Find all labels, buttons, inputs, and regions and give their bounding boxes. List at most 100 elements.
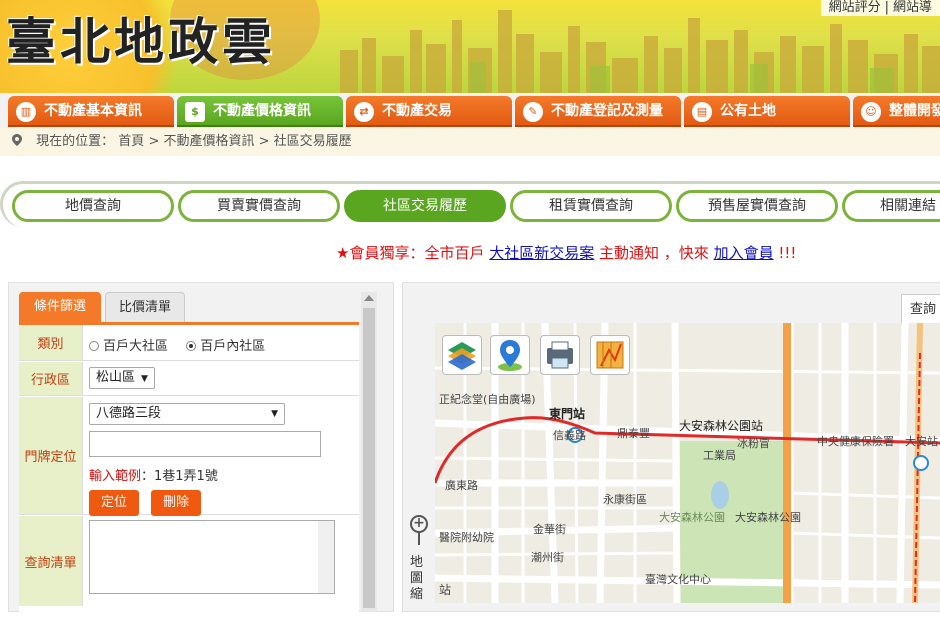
top-links: 網站評分 | 網站導: [820, 0, 940, 16]
layers-button[interactable]: [442, 335, 482, 375]
radio-large-community[interactable]: [89, 341, 99, 351]
scroll-up-icon[interactable]: [364, 295, 374, 301]
notice-text: 主動通知 ，快來: [599, 244, 709, 262]
main-nav-development[interactable]: ☺ 整體開發: [853, 96, 940, 127]
breadcrumb-level1[interactable]: 不動產價格資訊: [163, 134, 254, 149]
print-button[interactable]: [540, 335, 580, 375]
sub-nav-presale-price[interactable]: 預售屋實價查詢: [676, 190, 838, 222]
map-label: 正紀念堂(自由廣場): [439, 393, 536, 406]
map-label: 臺灣文化中心: [645, 573, 711, 586]
map-label: 東門站: [549, 407, 586, 421]
tab-compare-list[interactable]: 比價清單: [105, 292, 185, 322]
main-nav-label: 不動產交易: [382, 103, 452, 119]
map-label: 永康街區: [603, 493, 647, 506]
radio-label: 百戶內社區: [200, 339, 266, 354]
breadcrumb-separator: >: [254, 134, 274, 149]
measure-icon: [596, 341, 624, 369]
public-land-icon: ▤: [692, 102, 712, 122]
locate-map-button[interactable]: [490, 335, 530, 375]
filter-panel: 條件篩選 比價清單 類別 百戶大社區 百戶內社區 行政區 松山區 ▼ 門牌定位 八…: [8, 282, 394, 622]
main-nav-public-land[interactable]: ▤ 公有土地: [684, 96, 850, 127]
main-nav: ▥ 不動產基本資訊 $ 不動產價格資訊 ⇄ 不動產交易 ✎ 不動產登記及測量 ▤ 公有土地…: [0, 93, 940, 128]
new-trade-link[interactable]: 大社區新交易案: [489, 244, 594, 262]
layers-icon: [448, 342, 476, 370]
main-nav-label: 不動產價格資訊: [213, 103, 311, 119]
district-row: 行政區 松山區 ▼: [19, 362, 359, 396]
map-label: 中央健康保險署: [817, 435, 894, 448]
sub-nav-community-history[interactable]: 社區交易履歷: [344, 190, 506, 222]
query-list-textarea[interactable]: [89, 520, 335, 594]
map-label: 冰粉冒: [737, 437, 770, 450]
sub-nav-related-links[interactable]: 相關連結: [842, 190, 940, 222]
map-label: 大安站: [905, 435, 938, 448]
location-pin-icon: [12, 134, 22, 146]
notice-text: ★會員獨享：全市百戶: [336, 244, 485, 262]
radio-label: 百戶大社區: [103, 339, 169, 354]
price-icon: $: [185, 102, 205, 122]
main-nav-label: 整體開發: [889, 103, 940, 119]
join-member-link[interactable]: 加入會員: [714, 244, 774, 262]
panel-scrollbar[interactable]: [361, 292, 377, 612]
zoom-in-icon[interactable]: +: [410, 515, 428, 533]
category-label: 類別: [19, 325, 83, 360]
breadcrumb-current: 社區交易履歷: [273, 134, 352, 149]
map-query-tab[interactable]: 查詢: [901, 294, 940, 324]
address-row: 門牌定位 八德路三段 ▼ 輸入範例：1巷1弄1號 定位 刪除: [19, 397, 359, 516]
sub-nav-rent-price[interactable]: 租賃實價查詢: [510, 190, 672, 222]
main-nav-label: 不動產基本資訊: [44, 103, 142, 119]
map-label: 信義路: [553, 429, 586, 442]
radio-small-community[interactable]: [186, 341, 197, 351]
map-label: 大安森林公園站: [679, 419, 764, 433]
trade-icon: ⇄: [354, 102, 374, 122]
zoom-control: + 地圖縮: [410, 515, 430, 603]
example-label: 輸入範例: [89, 469, 142, 484]
building-icon: ▥: [16, 102, 36, 122]
site-logo[interactable]: 臺北地政雲: [6, 2, 276, 74]
measure-button[interactable]: [590, 335, 630, 375]
map-label: 鼎泰豐: [617, 427, 650, 440]
district-select[interactable]: 松山區 ▼: [89, 367, 155, 389]
site-header: 臺北地政雲 網站評分 | 網站導: [0, 0, 940, 93]
road-select[interactable]: 八德路三段 ▼: [89, 403, 285, 425]
breadcrumb-separator: >: [144, 134, 164, 149]
district-label: 行政區: [19, 362, 83, 395]
category-row: 類別 百戶大社區 百戶內社區: [19, 325, 359, 361]
map-label: 醫院附幼院: [439, 531, 494, 544]
tab-filter[interactable]: 條件篩選: [19, 292, 101, 322]
example-value: ：1巷1弄1號: [141, 469, 218, 484]
development-icon: ☺: [861, 102, 881, 122]
notice-text: !!!: [778, 244, 797, 262]
delete-button[interactable]: 刪除: [151, 490, 202, 516]
main-nav-trade[interactable]: ⇄ 不動產交易: [346, 96, 512, 127]
map-label: 站: [439, 583, 452, 597]
query-list-row: 查詢清單: [19, 516, 359, 606]
location-pin-icon: [498, 340, 522, 371]
main-nav-label: 不動產登記及測量: [551, 103, 663, 119]
main-nav-register[interactable]: ✎ 不動產登記及測量: [515, 96, 681, 127]
road-value: 八德路三段: [96, 406, 162, 421]
map-label: 廣東路: [445, 479, 478, 492]
map-label: 金華街: [533, 523, 566, 536]
house-number-input[interactable]: [89, 431, 321, 457]
scrollbar-thumb[interactable]: [363, 308, 375, 608]
main-nav-price-info[interactable]: $ 不動產價格資訊: [177, 96, 343, 127]
site-rating-link[interactable]: 網站評分: [829, 0, 881, 15]
site-guide-link[interactable]: 網站導: [893, 0, 932, 15]
zoom-slider[interactable]: [418, 533, 420, 545]
sub-nav-land-price[interactable]: 地價查詢: [12, 190, 174, 222]
chevron-down-icon: ▼: [271, 409, 278, 419]
chevron-down-icon: ▼: [141, 374, 148, 384]
locate-button[interactable]: 定位: [89, 490, 140, 516]
textarea-scrollbar[interactable]: [318, 521, 334, 593]
register-icon: ✎: [523, 102, 543, 122]
query-list-label: 查詢清單: [19, 516, 83, 606]
address-label: 門牌定位: [19, 397, 83, 514]
member-notice: ★會員獨享：全市百戶 大社區新交易案 主動通知 ，快來 加入會員 !!!: [336, 242, 796, 263]
breadcrumb-prefix: 現在的位置：: [36, 134, 115, 149]
map-label: 潮州街: [531, 551, 564, 564]
sub-nav-sale-price[interactable]: 買賣實價查詢: [178, 190, 340, 222]
main-nav-basic-info[interactable]: ▥ 不動產基本資訊: [8, 96, 174, 127]
breadcrumb-home[interactable]: 首頁: [118, 134, 144, 149]
map-label: 工業局: [703, 449, 736, 462]
filter-form: 類別 百戶大社區 百戶內社區 行政區 松山區 ▼ 門牌定位 八德路三段 ▼ 輸入範例…: [19, 322, 359, 622]
